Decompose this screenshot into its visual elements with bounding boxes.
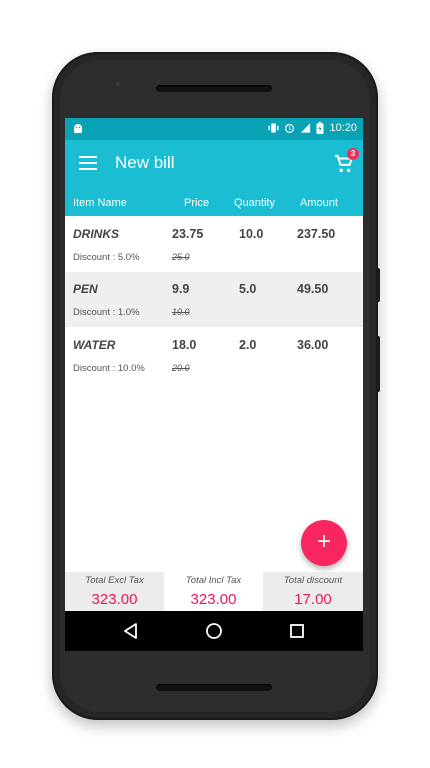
item-price: 18.0: [172, 338, 197, 352]
item-discount: Discount : 10.0%: [73, 363, 145, 374]
page-title: New bill: [115, 153, 175, 172]
header-price: Price: [184, 197, 210, 209]
plus-icon: +: [316, 528, 331, 555]
earpiece-speaker: [156, 85, 272, 92]
bottom-speaker: [156, 684, 272, 691]
item-discount: Discount : 1.0%: [73, 307, 140, 318]
item-discount: Discount : 5.0%: [73, 252, 140, 263]
bill-item-water[interactable]: WATER 18.0 2.0 36.00 Discount : 10.0% 20…: [65, 328, 363, 383]
add-item-button[interactable]: +: [301, 520, 347, 566]
header-amount: Amount: [300, 197, 338, 209]
totals-bar: Total Excl Tax 323.00 Total Incl Tax 323…: [65, 572, 363, 611]
cart-count-badge: 3: [347, 148, 359, 160]
total-excl-tax: Total Excl Tax 323.00: [65, 572, 164, 611]
header-quantity: Quantity: [234, 197, 275, 209]
recents-icon[interactable]: [287, 621, 307, 641]
item-quantity: 10.0: [239, 227, 264, 241]
item-original-price: 20.0: [172, 363, 190, 373]
item-quantity: 5.0: [239, 282, 257, 296]
vibrate-icon: [268, 123, 280, 133]
total-excl-tax-value: 323.00: [91, 591, 138, 608]
bill-item-drinks[interactable]: DRINKS 23.75 10.0 237.50 Discount : 5.0%…: [65, 217, 363, 272]
screen: 10:20 New bill 3 Item Name Price Quantit…: [65, 118, 363, 651]
back-icon[interactable]: [121, 621, 141, 641]
power-button: [376, 336, 380, 392]
item-quantity: 2.0: [239, 338, 257, 352]
total-incl-tax-label: Total Incl Tax: [185, 575, 242, 586]
total-discount-label: Total discount: [283, 575, 343, 586]
item-amount: 49.50: [297, 282, 329, 296]
total-discount: Total discount 17.00: [263, 572, 363, 611]
item-original-price: 10.0: [172, 307, 190, 317]
status-bar: 10:20: [65, 118, 363, 140]
total-incl-tax-value: 323.00: [190, 591, 237, 608]
signal-icon: [301, 123, 311, 133]
app-toolbar: New bill 3: [65, 140, 363, 188]
bill-item-pen[interactable]: PEN 9.9 5.0 49.50 Discount : 1.0% 10.0: [65, 272, 363, 327]
total-excl-tax-label: Total Excl Tax: [85, 575, 144, 586]
alarm-icon: [285, 123, 295, 133]
menu-icon[interactable]: [79, 156, 97, 170]
volume-button: [376, 268, 380, 302]
front-camera: [116, 82, 120, 86]
item-price: 23.75: [172, 227, 204, 241]
battery-icon: [316, 122, 324, 134]
item-original-price: 25.0: [172, 252, 190, 262]
total-incl-tax: Total Incl Tax 323.00: [164, 572, 263, 611]
item-name: DRINKS: [73, 227, 120, 241]
item-name: PEN: [73, 282, 98, 296]
system-nav-bar: [65, 611, 363, 651]
header-item-name: Item Name: [73, 197, 127, 209]
item-amount: 36.00: [297, 338, 329, 352]
status-time: 10:20: [329, 122, 357, 134]
home-icon[interactable]: [204, 621, 224, 641]
item-price: 9.9: [172, 282, 190, 296]
table-header: Item Name Price Quantity Amount: [65, 188, 363, 216]
item-name: WATER: [73, 338, 116, 352]
item-amount: 237.50: [297, 227, 336, 241]
android-icon: [74, 124, 82, 133]
total-discount-value: 17.00: [294, 591, 332, 608]
